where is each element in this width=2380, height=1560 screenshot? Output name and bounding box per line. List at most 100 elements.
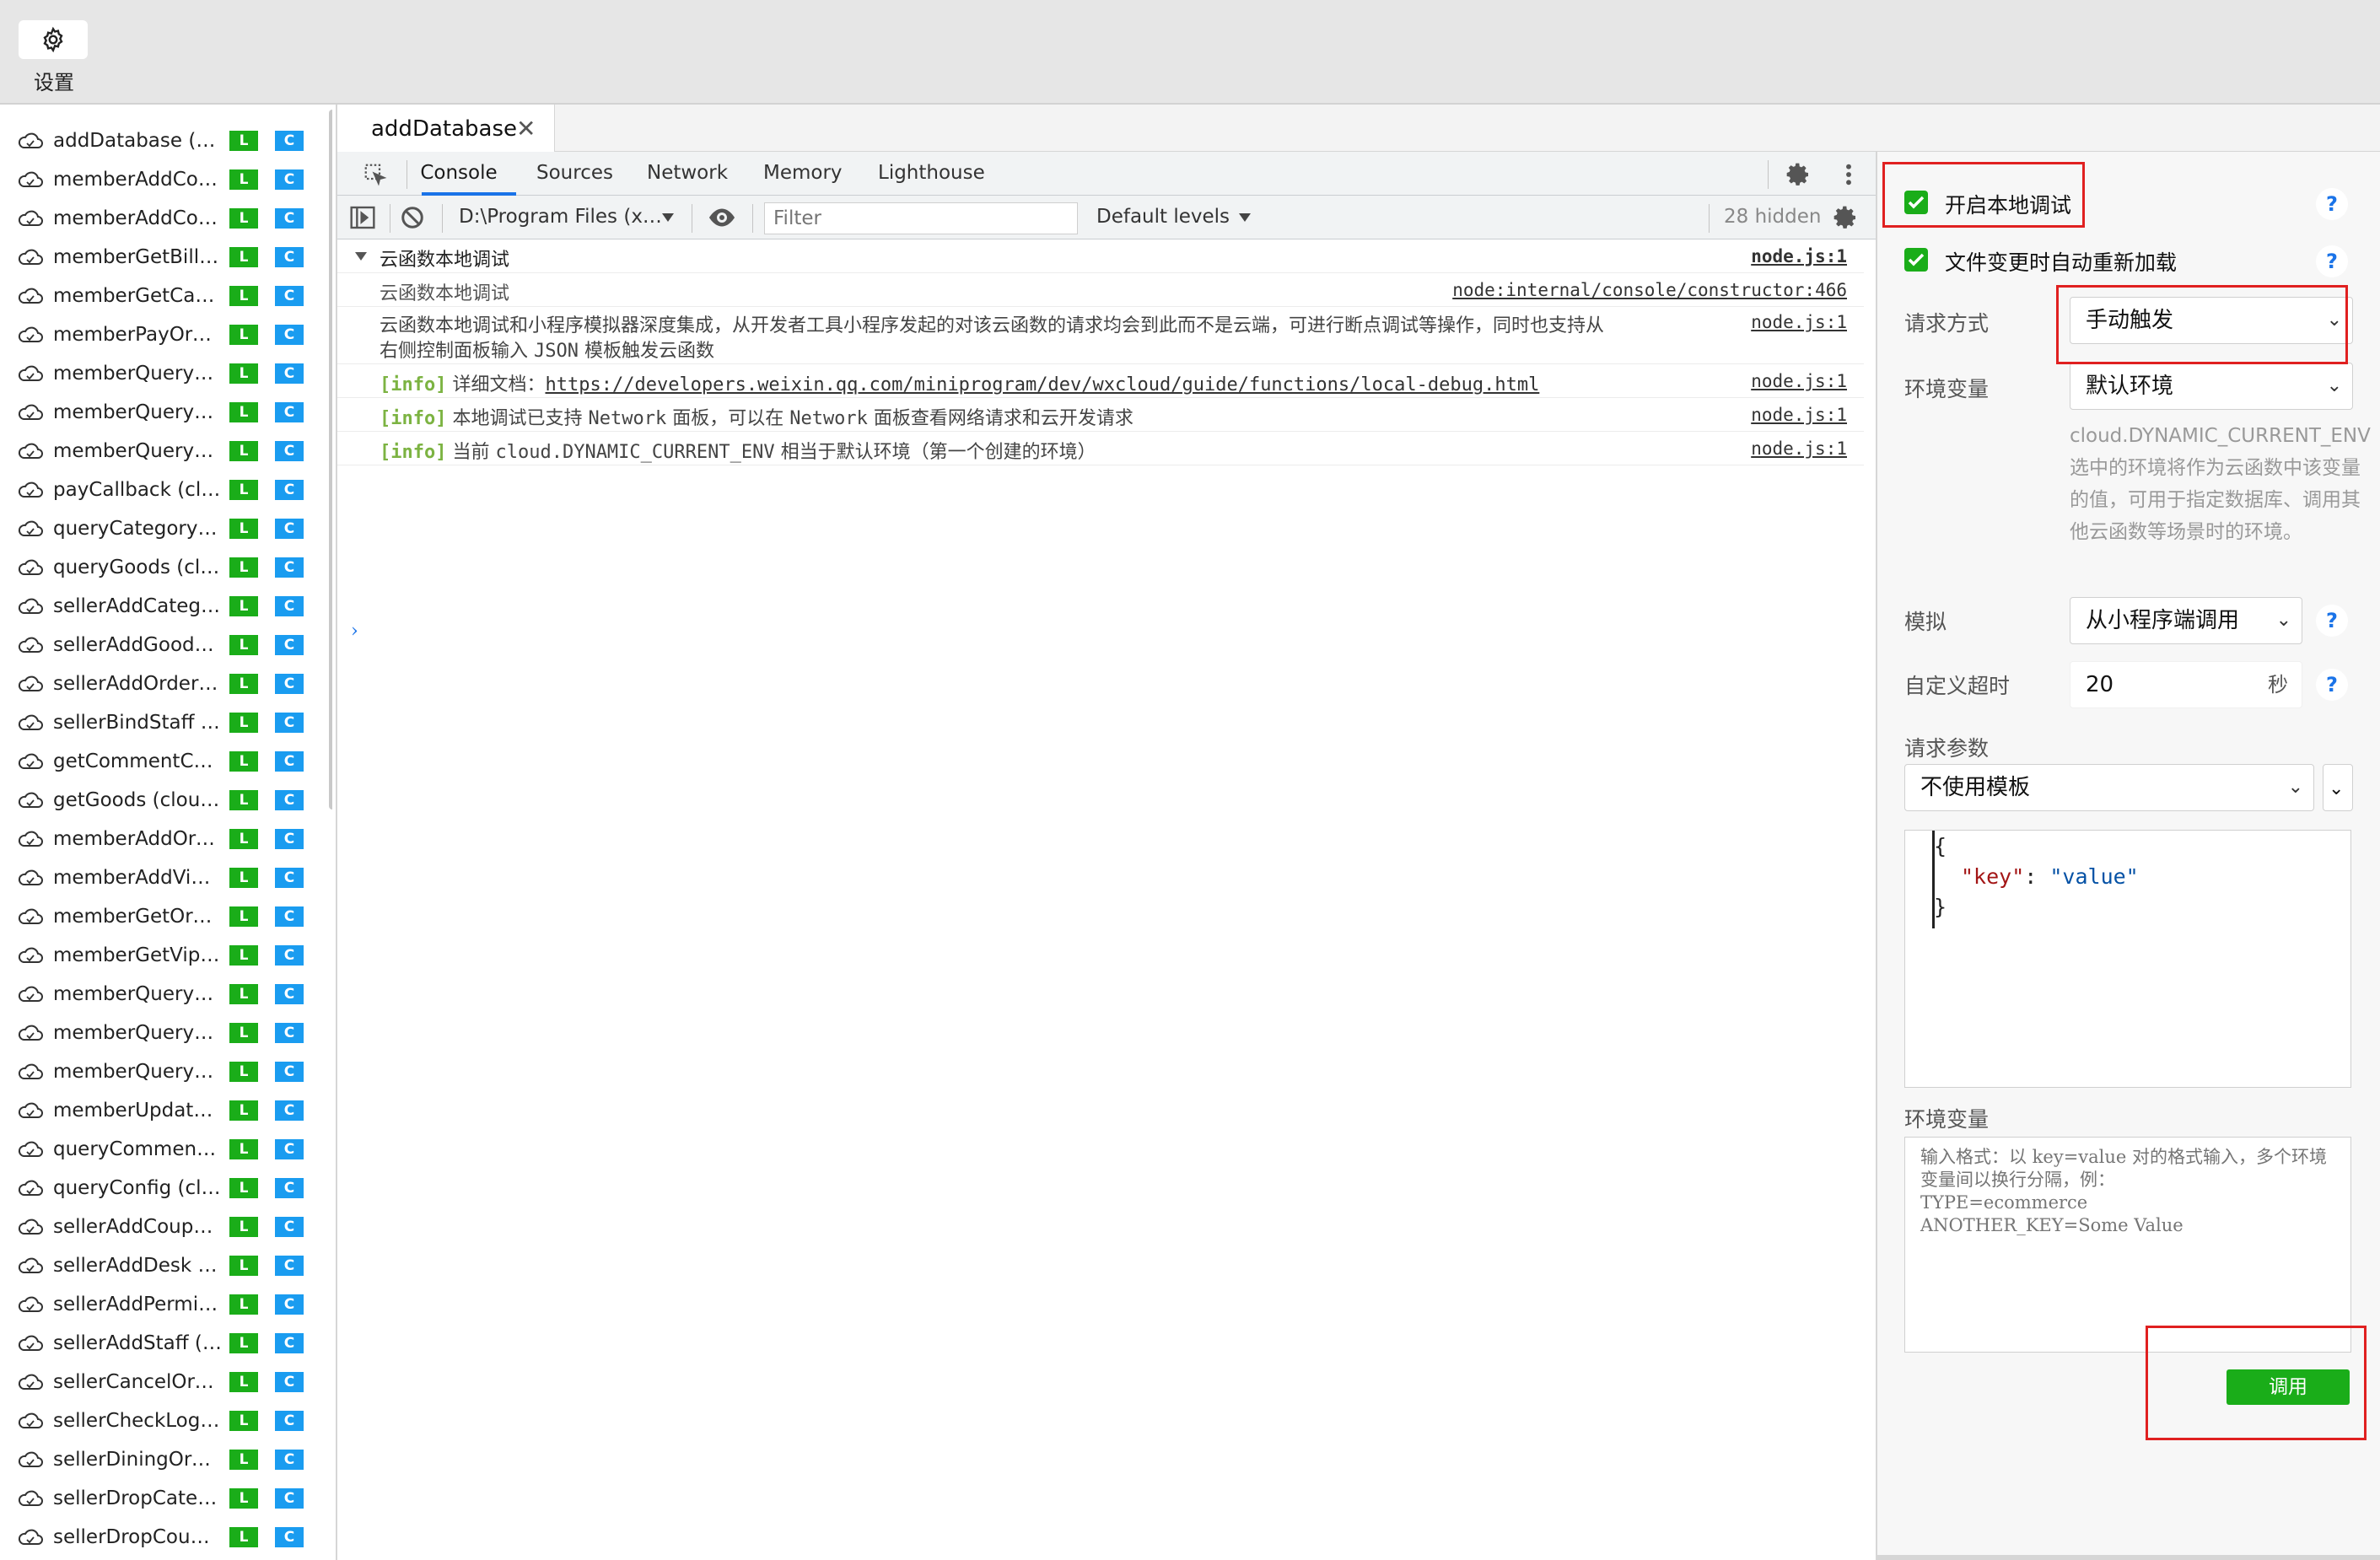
list-item[interactable]: queryConfig (clo… L C xyxy=(0,1169,332,1208)
cloud-badge[interactable]: C xyxy=(275,868,304,888)
cloud-badge[interactable]: C xyxy=(275,1178,304,1198)
local-badge[interactable]: L xyxy=(229,441,258,461)
local-badge[interactable]: L xyxy=(229,1023,258,1043)
docs-link[interactable]: https://developers.weixin.qq.com/minipro… xyxy=(546,374,1540,395)
local-badge[interactable]: L xyxy=(229,1217,258,1237)
template-select[interactable]: 不使用模板 ⌄ xyxy=(1904,764,2314,811)
local-badge[interactable]: L xyxy=(229,402,258,422)
log-source-link[interactable]: node.js:1 xyxy=(1751,371,1847,391)
list-item[interactable]: memberAddCou… L C xyxy=(0,199,332,238)
local-badge[interactable]: L xyxy=(229,713,258,733)
cloud-badge[interactable]: C xyxy=(275,169,304,190)
help-icon[interactable]: ? xyxy=(2316,245,2348,277)
sidebar-toggle-icon[interactable] xyxy=(349,205,376,230)
local-badge[interactable]: L xyxy=(229,557,258,578)
local-badge[interactable]: L xyxy=(229,635,258,655)
cloud-badge[interactable]: C xyxy=(275,1256,304,1276)
cloud-badge[interactable]: C xyxy=(275,519,304,539)
tab-add-database[interactable]: addDatabase ✕ xyxy=(337,105,555,152)
local-badge[interactable]: L xyxy=(229,984,258,1004)
list-item[interactable]: sellerDropCateg… L C xyxy=(0,1479,332,1518)
log-levels-select[interactable]: Default levels xyxy=(1096,206,1230,228)
env-select[interactable]: 默认环境 ⌄ xyxy=(2070,363,2353,410)
list-item[interactable]: memberGetOrd… L C xyxy=(0,897,332,936)
timeout-input[interactable]: 20 秒 xyxy=(2070,661,2302,708)
local-badge[interactable]: L xyxy=(229,1527,258,1547)
list-item[interactable]: queryGoods (cl… L C xyxy=(0,548,332,587)
local-badge[interactable]: L xyxy=(229,945,258,966)
help-icon[interactable]: ? xyxy=(2316,188,2348,220)
console-prompt[interactable]: › xyxy=(351,621,358,642)
cloud-badge[interactable]: C xyxy=(275,325,304,345)
local-badge[interactable]: L xyxy=(229,751,258,772)
list-item[interactable]: sellerCancelOrd… L C xyxy=(0,1363,332,1401)
close-icon[interactable]: ✕ xyxy=(516,115,536,143)
local-badge[interactable]: L xyxy=(229,829,258,849)
cloud-badge[interactable]: C xyxy=(275,829,304,849)
local-badge[interactable]: L xyxy=(229,868,258,888)
cloud-badge[interactable]: C xyxy=(275,402,304,422)
cloud-badge[interactable]: C xyxy=(275,1411,304,1431)
cloud-badge[interactable]: C xyxy=(275,1023,304,1043)
log-source-link[interactable]: node.js:1 xyxy=(1751,246,1847,266)
list-item[interactable]: addDatabase (cl… L C xyxy=(0,121,332,160)
cloud-badge[interactable]: C xyxy=(275,441,304,461)
cloud-badge[interactable]: C xyxy=(275,713,304,733)
cloud-badge[interactable]: C xyxy=(275,1100,304,1121)
log-source-link[interactable]: node.js:1 xyxy=(1751,405,1847,425)
list-item[interactable]: queryCategory (… L C xyxy=(0,509,332,548)
local-badge[interactable]: L xyxy=(229,363,258,384)
local-badge[interactable]: L xyxy=(229,519,258,539)
log-source-link[interactable]: node:internal/console/constructor:466 xyxy=(1452,280,1847,300)
clear-console-icon[interactable] xyxy=(400,205,425,230)
auto-reload-checkbox[interactable] xyxy=(1904,248,1928,272)
list-item[interactable]: memberAddVip … L C xyxy=(0,858,332,897)
cloud-badge[interactable]: C xyxy=(275,1450,304,1470)
cloud-badge[interactable]: C xyxy=(275,984,304,1004)
caret-down-icon[interactable] xyxy=(354,251,368,261)
log-source-link[interactable]: node.js:1 xyxy=(1751,438,1847,459)
cloud-badge[interactable]: C xyxy=(275,635,304,655)
simulate-select[interactable]: 从小程序端调用 ⌄ xyxy=(2070,597,2302,644)
list-item[interactable]: memberQueryO… L C xyxy=(0,1052,332,1091)
cloud-badge[interactable]: C xyxy=(275,1488,304,1509)
list-item[interactable]: sellerCheckLogi… L C xyxy=(0,1401,332,1440)
chevron-down-icon[interactable] xyxy=(661,212,675,223)
local-badge[interactable]: L xyxy=(229,1062,258,1082)
local-badge[interactable]: L xyxy=(229,1450,258,1470)
local-badge[interactable]: L xyxy=(229,1333,258,1353)
list-item[interactable]: memberPayOrd… L C xyxy=(0,315,332,354)
local-badge[interactable]: L xyxy=(229,131,258,151)
tab-network[interactable]: Network xyxy=(647,162,728,184)
list-item[interactable]: memberQueryO… L C xyxy=(0,432,332,471)
cloud-badge[interactable]: C xyxy=(275,790,304,810)
cloud-badge[interactable]: C xyxy=(275,596,304,616)
log-source-link[interactable]: node.js:1 xyxy=(1751,312,1847,332)
list-item[interactable]: sellerAddGoods… L C xyxy=(0,626,332,664)
list-item[interactable]: memberAddCo… L C xyxy=(0,160,332,199)
context-select[interactable]: D:\Program Files (x… xyxy=(459,206,662,228)
cloud-badge[interactable]: C xyxy=(275,363,304,384)
list-item[interactable]: sellerAddDesk (… L C xyxy=(0,1246,332,1285)
help-icon[interactable]: ? xyxy=(2316,669,2348,701)
list-item[interactable]: sellerAddOrder … L C xyxy=(0,664,332,703)
list-item[interactable]: memberUpdate… L C xyxy=(0,1091,332,1130)
tab-console[interactable]: Console xyxy=(405,162,513,184)
list-item[interactable]: sellerDiningOrd… L C xyxy=(0,1440,332,1479)
tab-memory[interactable]: Memory xyxy=(763,162,843,184)
cloud-badge[interactable]: C xyxy=(275,557,304,578)
local-badge[interactable]: L xyxy=(229,906,258,927)
list-item[interactable]: memberQueryC… L C xyxy=(0,393,332,432)
local-badge[interactable]: L xyxy=(229,674,258,694)
cloud-badge[interactable]: C xyxy=(275,480,304,500)
local-badge[interactable]: L xyxy=(229,208,258,229)
list-item[interactable]: sellerAddCateg… L C xyxy=(0,587,332,626)
cloud-badge[interactable]: C xyxy=(275,247,304,267)
local-badge[interactable]: L xyxy=(229,1256,258,1276)
list-item[interactable]: sellerAddStaff (c… L C xyxy=(0,1324,332,1363)
cloud-badge[interactable]: C xyxy=(275,1372,304,1392)
local-badge[interactable]: L xyxy=(229,1411,258,1431)
tab-lighthouse[interactable]: Lighthouse xyxy=(878,162,985,184)
list-item[interactable]: memberGetCart… L C xyxy=(0,277,332,315)
local-badge[interactable]: L xyxy=(229,169,258,190)
